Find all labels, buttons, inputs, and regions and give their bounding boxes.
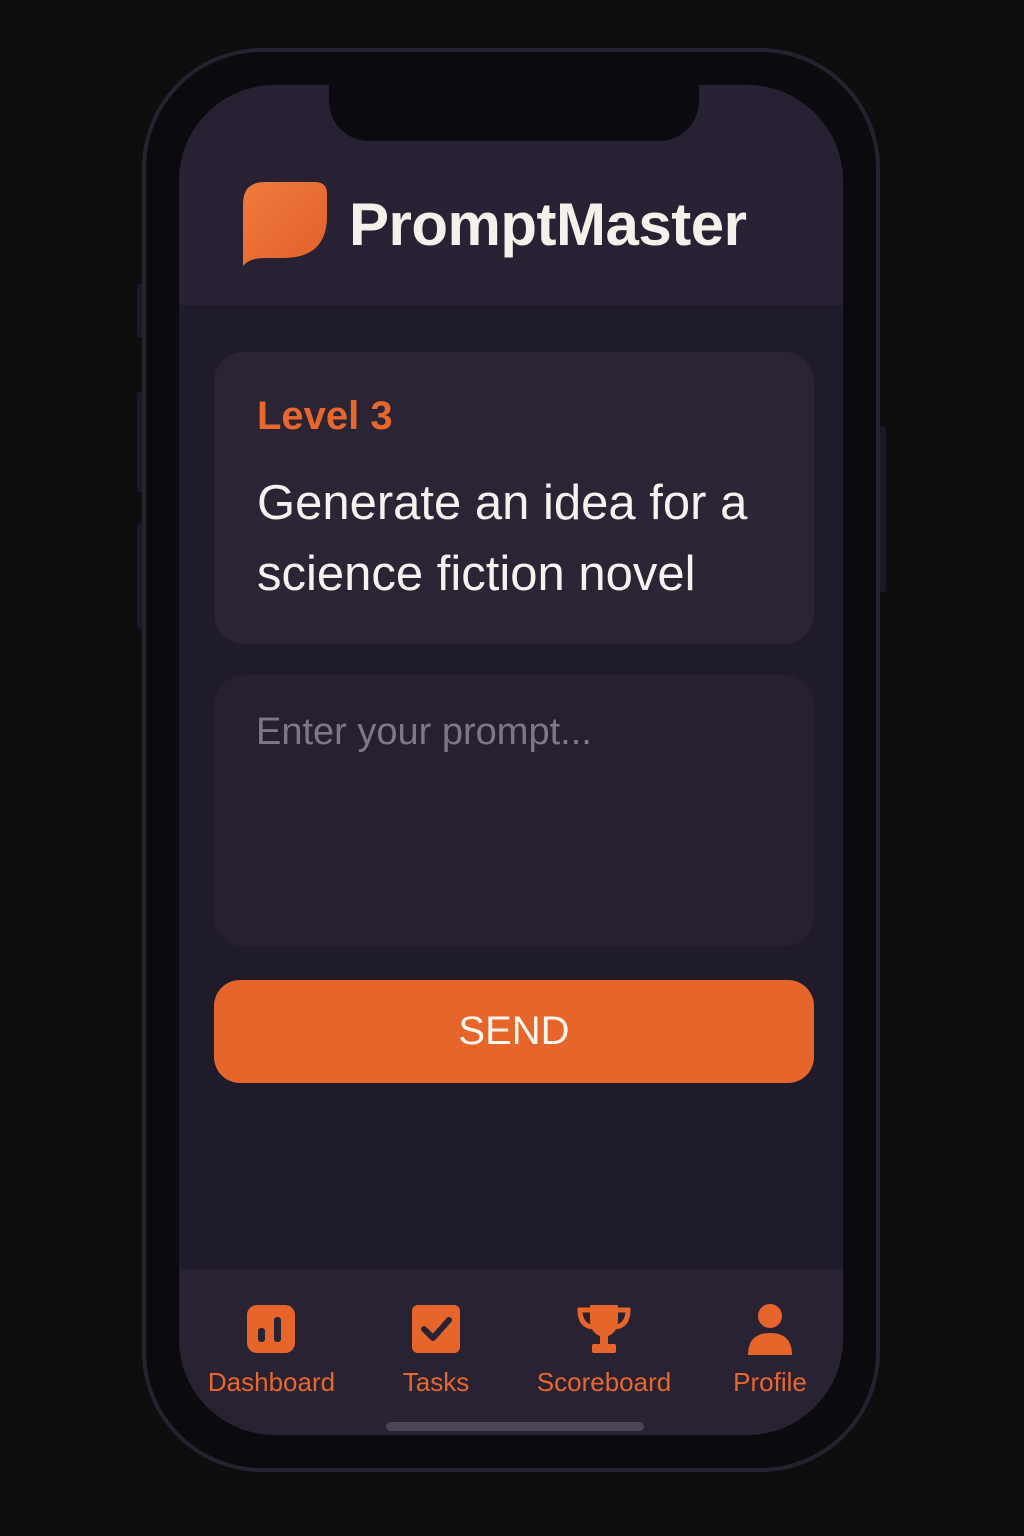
app-title: PromptMaster: [349, 191, 747, 258]
phone-notch: [329, 85, 699, 141]
tab-label-scoreboard: Scoreboard: [536, 1367, 672, 1397]
tab-scoreboard[interactable]: Scoreboard: [529, 1269, 679, 1399]
checkbox-icon: [412, 1305, 460, 1353]
speech-bubble-leaf-icon: [243, 182, 327, 266]
bottom-tab-bar: Dashboard Tasks Scoreboard Profile: [179, 1269, 843, 1435]
task-card: Level 3 Generate an idea for a science f…: [214, 352, 814, 644]
tab-label-profile: Profile: [733, 1367, 807, 1397]
prompt-input[interactable]: [214, 675, 814, 946]
task-description: Generate an idea for a science fiction n…: [257, 476, 748, 601]
phone-screen: PromptMaster Level 3 Generate an idea fo…: [179, 85, 843, 1435]
level-label: Level 3: [257, 394, 393, 438]
bar-chart-icon: [247, 1305, 295, 1353]
stage: PromptMaster Level 3 Generate an idea fo…: [0, 0, 1024, 1536]
trophy-icon: [577, 1305, 631, 1353]
phone-frame: PromptMaster Level 3 Generate an idea fo…: [142, 48, 880, 1472]
send-button[interactable]: SEND: [214, 980, 814, 1083]
person-icon: [748, 1304, 792, 1355]
tab-label-tasks: Tasks: [402, 1367, 470, 1397]
home-indicator[interactable]: [386, 1422, 644, 1431]
tab-tasks[interactable]: Tasks: [384, 1269, 488, 1399]
tab-dashboard[interactable]: Dashboard: [199, 1269, 344, 1399]
tab-label-dashboard: Dashboard: [207, 1367, 336, 1397]
tab-profile[interactable]: Profile: [724, 1269, 816, 1399]
